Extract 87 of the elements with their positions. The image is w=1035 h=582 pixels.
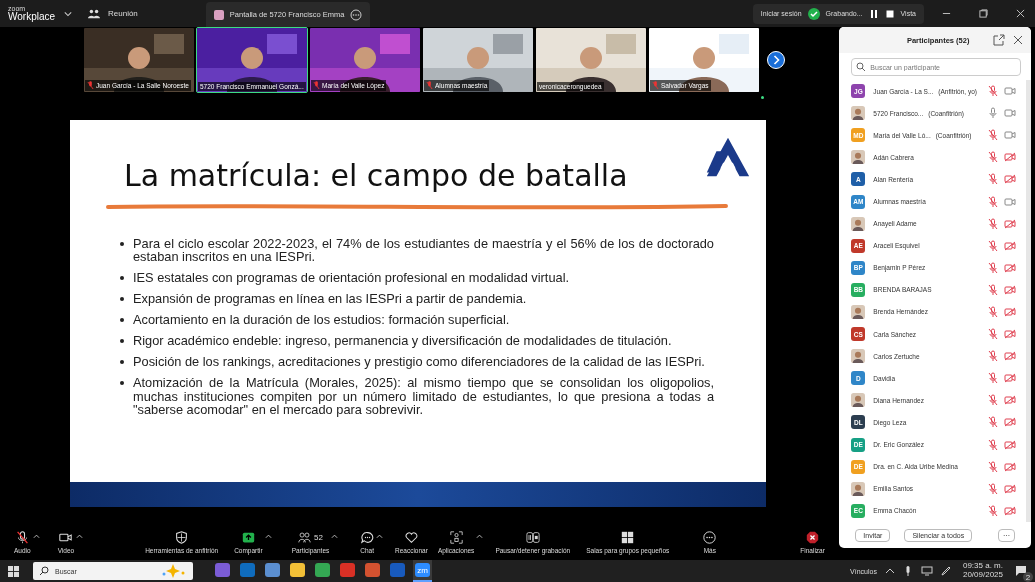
bullet-text: Expansión de programas en línea en las IESPri a partir de pandemia. bbox=[133, 292, 527, 306]
muted-mic-icon[interactable] bbox=[987, 394, 999, 407]
muted-mic-icon[interactable] bbox=[987, 195, 999, 208]
muted-mic-icon[interactable] bbox=[987, 173, 999, 186]
muted-mic-icon[interactable] bbox=[987, 239, 999, 252]
video-off-icon[interactable] bbox=[1004, 460, 1016, 473]
shield-check-icon bbox=[807, 7, 820, 20]
bullet-text: Atomización de la Matrícula (Morales, 2025): al mismo tiempo que se consolidan los oligopolios, muchas instituciones compiten por un número limitado de estudiantes, lo que presiona a todas a "saberse acomodar" en el mercado para sobrevivir. bbox=[133, 376, 714, 417]
video-off-icon[interactable] bbox=[1004, 504, 1016, 517]
muted-mic-icon[interactable] bbox=[987, 416, 999, 429]
pause-icon[interactable] bbox=[868, 8, 879, 19]
taskbar-app[interactable] bbox=[263, 560, 282, 580]
video-icon[interactable] bbox=[1004, 85, 1016, 98]
muted-mic-icon[interactable] bbox=[987, 151, 999, 164]
bullet-text: Para el ciclo escolar 2022-2023, el 74% de los estudiantes de maestría y el 56% de los de doctorado estaban inscritos en una IESPri. bbox=[133, 236, 714, 264]
video-off-icon[interactable] bbox=[1004, 328, 1016, 341]
taskbar-app[interactable] bbox=[288, 560, 307, 580]
grid-icon bbox=[621, 531, 635, 544]
chevron-up-icon[interactable] bbox=[884, 566, 895, 576]
close-icon bbox=[806, 531, 820, 544]
video-off-icon[interactable] bbox=[1004, 151, 1016, 164]
muted-mic-icon[interactable] bbox=[987, 261, 999, 274]
muted-mic-icon[interactable] bbox=[987, 217, 999, 230]
slide-title: La matrícula: el campo de batalla bbox=[124, 157, 629, 193]
muted-mic-icon[interactable] bbox=[987, 350, 999, 363]
video-off-icon[interactable] bbox=[1004, 438, 1016, 451]
caret-icon[interactable] bbox=[376, 533, 383, 539]
video-off-icon[interactable] bbox=[1004, 173, 1016, 186]
caret-icon[interactable] bbox=[476, 533, 484, 539]
video-off-icon[interactable] bbox=[1004, 416, 1016, 429]
video-off-icon[interactable] bbox=[1004, 217, 1016, 230]
close-icon[interactable] bbox=[1013, 35, 1023, 45]
stop-icon[interactable] bbox=[884, 8, 895, 19]
camera-icon bbox=[59, 531, 73, 544]
bullet-text: Posición de los rankings, acreditaciones y prestigio como diferenciadores de la calidad de las IESPri. bbox=[133, 355, 705, 369]
video-off-icon[interactable] bbox=[1004, 239, 1016, 252]
caret-icon[interactable] bbox=[331, 533, 339, 539]
video-icon[interactable] bbox=[1004, 195, 1016, 208]
clock-time[interactable]: 09:35 a. m. bbox=[962, 562, 1003, 571]
video-off-icon[interactable] bbox=[1004, 350, 1016, 363]
avatar bbox=[213, 9, 224, 20]
taskbar-app[interactable] bbox=[313, 560, 332, 580]
muted-mic-icon[interactable] bbox=[987, 482, 999, 495]
shield-icon bbox=[175, 531, 189, 544]
notification-count: 2 bbox=[1023, 572, 1033, 582]
video-icon[interactable] bbox=[1004, 107, 1016, 120]
apps-icon bbox=[449, 531, 463, 544]
video-off-icon[interactable] bbox=[1004, 482, 1016, 495]
muted-mic-icon[interactable] bbox=[987, 438, 999, 451]
muted-mic-icon[interactable] bbox=[987, 306, 999, 318]
chat-bubble-icon bbox=[360, 531, 374, 544]
muted-mic-icon[interactable] bbox=[987, 504, 999, 517]
notification-icon[interactable] bbox=[1015, 565, 1027, 577]
windows-start-icon[interactable] bbox=[8, 565, 19, 577]
muted-mic-icon[interactable] bbox=[987, 85, 999, 98]
people-icon bbox=[298, 531, 311, 544]
next-page-icon[interactable] bbox=[767, 51, 785, 69]
caret-icon[interactable] bbox=[32, 533, 40, 539]
muted-mic-icon[interactable] bbox=[987, 129, 999, 142]
video-icon[interactable] bbox=[1004, 129, 1016, 142]
bullet-text: IES estatales con programas de orientación profesional en modalidad virtual. bbox=[133, 271, 570, 285]
meeting-menu[interactable]: Reunión bbox=[108, 9, 138, 18]
heart-icon bbox=[404, 531, 418, 544]
more-icon bbox=[703, 531, 717, 544]
restore-icon[interactable] bbox=[979, 9, 988, 18]
chevron-down-icon[interactable] bbox=[64, 10, 72, 17]
pop-out-icon[interactable] bbox=[993, 34, 1005, 46]
clock-date[interactable]: 20/09/2025 bbox=[962, 571, 1003, 580]
network-icon[interactable] bbox=[920, 565, 933, 577]
muted-mic-icon[interactable] bbox=[987, 283, 999, 296]
muted-mic-icon[interactable] bbox=[987, 372, 999, 385]
muted-mic-icon[interactable] bbox=[987, 328, 999, 341]
video-off-icon[interactable] bbox=[1004, 372, 1016, 385]
video-off-icon[interactable] bbox=[1004, 306, 1016, 318]
video-off-icon[interactable] bbox=[1004, 261, 1016, 274]
taskbar-app[interactable] bbox=[363, 560, 382, 580]
video-off-icon[interactable] bbox=[1004, 394, 1016, 407]
bullet-text: Rigor académico endeble: ingreso, permanencia y diversificación de modalidades de titulación. bbox=[133, 334, 672, 348]
video-off-icon[interactable] bbox=[1004, 283, 1016, 296]
bullet-text: Acortamiento en la duración de los estudios: formación superficial. bbox=[133, 313, 510, 327]
caret-icon[interactable] bbox=[76, 533, 84, 539]
people-icon[interactable] bbox=[88, 7, 100, 20]
search-icon bbox=[39, 566, 49, 576]
pen-icon[interactable] bbox=[940, 566, 951, 576]
muted-mic-icon[interactable] bbox=[987, 460, 999, 473]
more-icon[interactable] bbox=[350, 8, 363, 21]
caret-icon[interactable] bbox=[264, 533, 272, 539]
